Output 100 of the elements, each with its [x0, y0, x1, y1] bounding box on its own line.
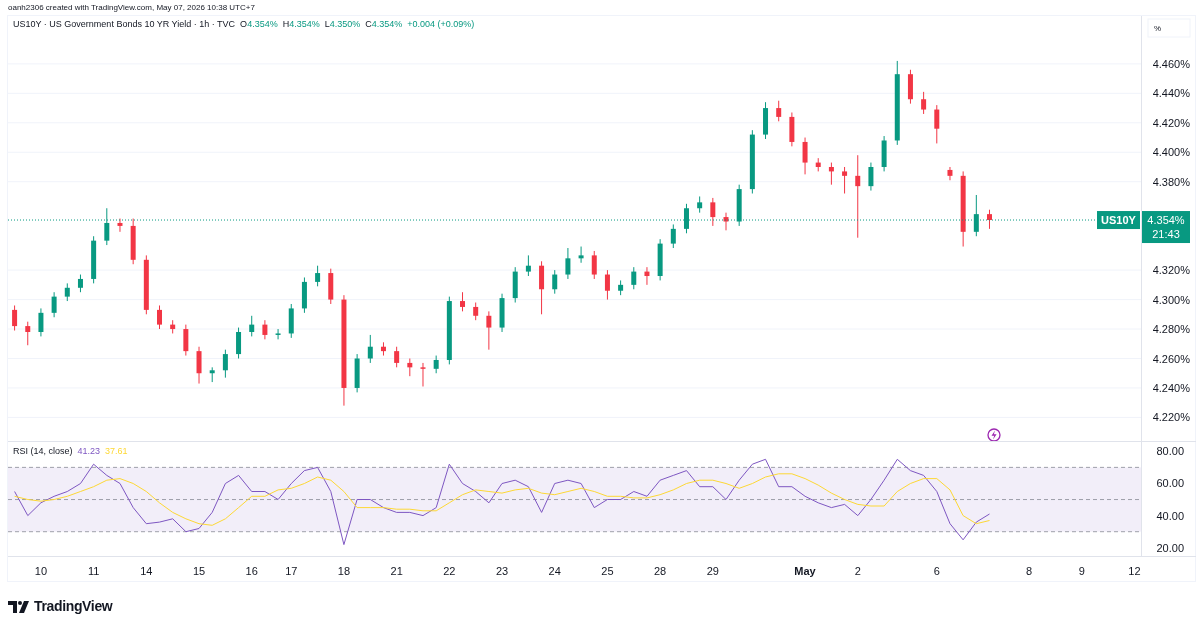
time-tick-label: 12	[1128, 565, 1141, 577]
time-tick-label: 21	[390, 565, 403, 577]
time-tick-label: 10	[34, 565, 48, 577]
price-tick-label: 4.460%	[1152, 57, 1190, 70]
candle	[763, 101, 769, 140]
candle	[499, 293, 505, 333]
candle	[315, 265, 321, 287]
candle	[591, 250, 597, 280]
time-tick-label: 24	[548, 565, 561, 577]
candle	[262, 319, 268, 340]
candle	[565, 247, 571, 280]
candle	[301, 277, 307, 314]
candle	[130, 218, 136, 265]
candle	[38, 307, 44, 337]
candle	[91, 235, 97, 284]
candle	[486, 310, 492, 351]
price-tick-label: 4.380%	[1152, 175, 1190, 188]
candle	[670, 223, 676, 249]
candle	[539, 260, 545, 315]
candle	[815, 157, 821, 172]
price-tick-label: 4.400%	[1152, 146, 1190, 159]
time-tick-label: 8	[1025, 565, 1033, 577]
candle	[143, 254, 149, 315]
indicator-value: 37.61	[105, 447, 128, 456]
candle	[354, 353, 360, 393]
time-tick-label: 9	[1078, 565, 1085, 577]
time-tick-label: 28	[654, 565, 667, 577]
candle	[618, 279, 624, 296]
candle	[697, 195, 703, 214]
brand-name: TradingView	[34, 597, 113, 616]
rsi-tick-label: 40.00	[1156, 509, 1184, 522]
price-tick-label: 4.320%	[1152, 264, 1190, 277]
candle	[12, 304, 18, 331]
time-tick-label: 18	[337, 565, 351, 577]
candle	[604, 269, 610, 301]
time-tick-label: 15	[192, 565, 206, 577]
candle	[723, 212, 729, 231]
candle	[921, 91, 927, 115]
change-value: +0.004 (+0.09%)	[407, 20, 475, 29]
candle	[460, 291, 465, 312]
candle	[117, 218, 123, 233]
candle	[736, 184, 742, 227]
candle	[578, 246, 584, 264]
rsi-tick-label: 20.00	[1156, 541, 1184, 554]
ref-line-label: 4.354%	[1147, 214, 1185, 227]
tradingview-logo-icon	[8, 600, 30, 613]
candle	[64, 282, 70, 302]
candle	[275, 328, 281, 340]
candle	[525, 254, 531, 277]
price-tick-label: 4.260%	[1152, 352, 1190, 365]
unit-label[interactable]: %	[1147, 18, 1191, 38]
candle	[157, 304, 162, 330]
time-tick-label: 23	[495, 565, 509, 577]
candle	[446, 296, 452, 365]
candle	[473, 302, 479, 321]
symbol-tag: US10Y	[1097, 211, 1140, 230]
credit-line: oanh2306 created with TradingView.com, May 07, 2026 10:38 UTC+7	[8, 3, 255, 12]
time-tick-label: 6	[933, 565, 940, 577]
ohlc-value: L4.350%	[324, 20, 361, 29]
candle	[776, 100, 782, 122]
candle	[209, 366, 215, 383]
ohlc-value: O4.354%	[240, 20, 278, 29]
time-tick-label: May	[794, 565, 816, 577]
candle	[407, 358, 413, 377]
candle	[842, 166, 848, 194]
candle	[934, 104, 940, 144]
candle	[196, 346, 202, 385]
candle	[802, 137, 808, 175]
price-tick-label: 4.240%	[1152, 381, 1190, 394]
price-tick-label: 4.420%	[1152, 116, 1190, 129]
candle	[789, 112, 795, 147]
candle	[973, 194, 979, 237]
candle	[170, 319, 176, 334]
last-price-tag: 4.354% 21:43	[1142, 211, 1190, 244]
candle	[631, 266, 637, 290]
candle	[881, 135, 887, 172]
indicator-legend: RSI (14, close)	[13, 447, 73, 456]
candle	[328, 268, 334, 305]
time-tick-label: 17	[285, 565, 298, 577]
candle	[380, 341, 386, 357]
candle	[367, 334, 373, 364]
price-tick-label: 4.280%	[1152, 323, 1190, 336]
time-tick-label: 16	[245, 565, 258, 577]
ohlc-value: H4.354%	[282, 20, 320, 29]
candle	[710, 197, 716, 227]
candle	[987, 209, 992, 230]
candle	[104, 207, 110, 246]
price-tick-label: 4.220%	[1152, 411, 1190, 424]
ohlc-value: C4.354%	[365, 20, 403, 29]
candle	[947, 166, 953, 181]
candle	[183, 324, 189, 357]
candle	[644, 266, 650, 286]
time-tick-label: 22	[443, 565, 456, 577]
candle	[749, 129, 755, 194]
candle	[512, 266, 518, 304]
candle	[222, 349, 228, 379]
lightning-icon[interactable]	[987, 428, 1001, 441]
candle	[25, 321, 31, 346]
candle	[684, 203, 689, 234]
price-tick-label: 4.440%	[1152, 87, 1190, 100]
